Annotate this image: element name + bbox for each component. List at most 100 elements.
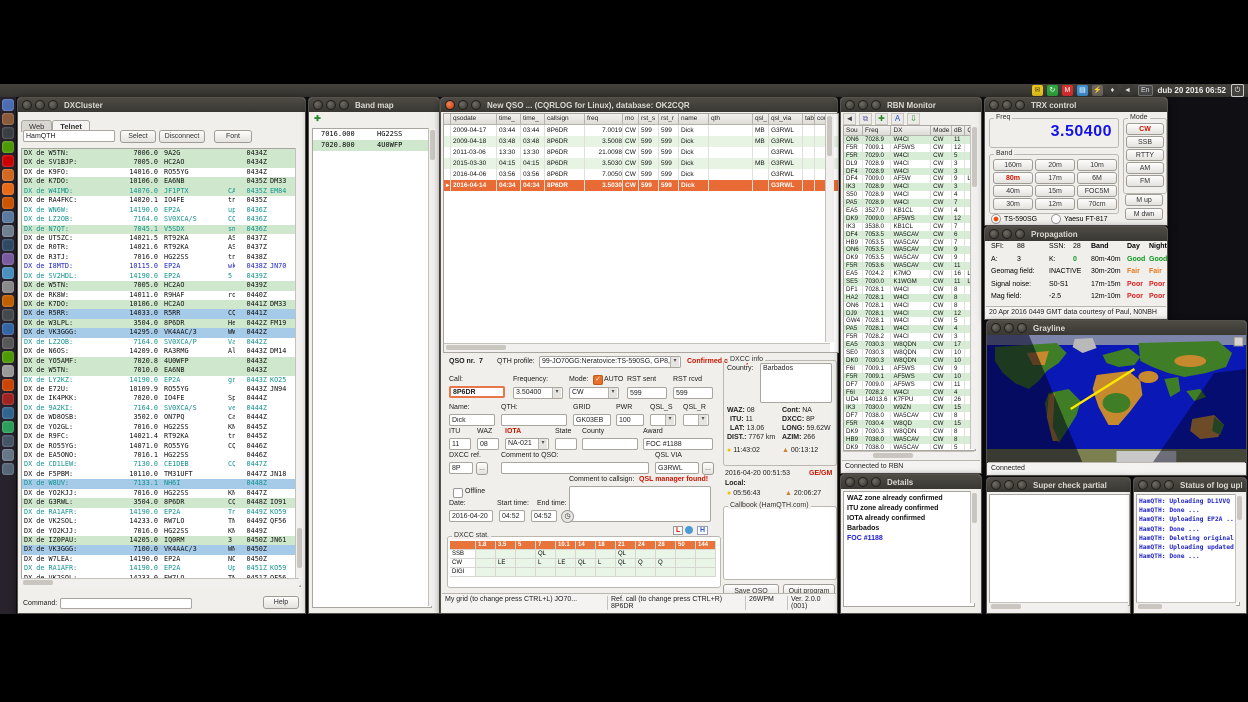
column-header[interactable]: mo [623, 114, 639, 125]
maximize-icon[interactable] [871, 477, 881, 487]
minimize-icon[interactable] [458, 100, 468, 110]
band-button-17m[interactable]: 17m [1035, 172, 1075, 184]
column-header[interactable]: Mode [931, 126, 952, 136]
rbn-row[interactable]: DF17028.1W4CICW8 [844, 286, 975, 294]
qsl-s-select[interactable] [650, 414, 676, 426]
call-input[interactable] [449, 386, 505, 398]
supercheck-titlebar[interactable]: Super check partial [987, 478, 1130, 492]
launcher-icon[interactable] [2, 449, 14, 461]
dx-spot-row[interactable]: DX de VK2SOL:14233.0RW7LOTNX VLAD QSO UT… [22, 517, 300, 526]
column-header[interactable]: rst_s [639, 114, 659, 125]
dx-list-vscrollbar[interactable] [295, 148, 304, 585]
launcher-icon[interactable] [2, 169, 14, 181]
dx-spot-row[interactable]: DX de RO55YG:14071.0RO55YGCQ GAGARIN 550… [22, 442, 300, 451]
maximize-icon[interactable] [339, 100, 349, 110]
uploadlog-titlebar[interactable]: Status of log upload [1134, 478, 1246, 492]
close-icon[interactable] [991, 480, 1001, 490]
column-header[interactable]: name [679, 114, 709, 125]
close-icon[interactable] [1138, 480, 1148, 490]
mode-button-am[interactable]: AM [1126, 162, 1164, 174]
dx-spot-row[interactable]: DX de K9FO:14016.0RO55YG0434Z [22, 168, 300, 177]
dx-spot-row[interactable]: DX de K7DO:10106.0EA6NB0435ZDM33 [22, 177, 300, 186]
rbn-row[interactable]: S507028.9W4CICW4 [844, 191, 975, 199]
rst-rcvd-input[interactable] [673, 387, 713, 399]
minimize-icon[interactable] [326, 100, 336, 110]
eqsl-icon[interactable] [685, 526, 693, 534]
dx-spot-row[interactable]: DX de R0TR:14021.6RT92KAAS-092 UP TNX!04… [22, 243, 300, 252]
rbn-row[interactable]: F6I7009.1AF5WSCW9 [844, 365, 975, 373]
dx-spot-row[interactable]: DX de R9FC:14021.4RT92KAtnx QSO 1up0445Z [22, 432, 300, 441]
mode-button-ssb[interactable]: SSB [1126, 136, 1164, 148]
dx-spot-row[interactable]: DX de IK4PKK:7020.0IO4FESpecial Event ww… [22, 394, 300, 403]
dx-spot-row[interactable]: DX de W8UV:7133.1NH6I0448Z [22, 479, 300, 488]
rbn-row[interactable]: PA57028.1W4CICW4 [844, 325, 975, 333]
column-header[interactable]: qsl_via [769, 114, 803, 125]
qso-history-table[interactable]: qsodatetime_time_callsignfreqmorst_srst_… [443, 113, 839, 353]
dx-spot-row[interactable]: DX de VK3GGG:14295.0VK4AAC/3WWFF VKFF-09… [22, 328, 300, 337]
launcher-icon[interactable] [2, 393, 14, 405]
bandmap-list[interactable]: 7016.000HG22SS7020.8004U0WFP [312, 128, 432, 608]
rbn-vscrollbar[interactable] [970, 125, 979, 449]
bell-icon[interactable]: ♦ [1107, 85, 1118, 96]
rbn-row[interactable]: IK37028.9W4CICW3 [844, 183, 975, 191]
minimize-icon[interactable] [1002, 100, 1012, 110]
dx-spot-row[interactable]: DX de CD1LEW:7130.0CE1DEBCQ CQ0447Z [22, 460, 300, 469]
column-header[interactable]: time_ [497, 114, 521, 125]
maximize-icon[interactable] [1017, 323, 1027, 333]
radio-yaesu ft-817[interactable]: Yaesu FT-817 [1051, 214, 1107, 224]
launcher-icon[interactable] [2, 295, 14, 307]
launcher-icon[interactable] [2, 337, 14, 349]
rbn-row[interactable]: F5R7053.6WA5CAVCW11 [844, 262, 975, 270]
band-button-10m[interactable]: 10m [1077, 159, 1117, 171]
launcher-icon[interactable] [2, 351, 14, 363]
rbn-row[interactable]: F5R7009.1AF5WSCW10 [844, 373, 975, 381]
launcher-icon[interactable] [2, 463, 14, 475]
dx-spot-list[interactable]: DX de W5TN:7006.09A2G0434ZDX de SV1BJP:7… [21, 148, 301, 587]
band-button-foc5m[interactable]: FOC5M [1077, 185, 1117, 197]
command-input[interactable] [60, 598, 192, 609]
rbn-table[interactable]: SouFreqDXModedBQ ON67028.9W4CICW11F5R700… [843, 125, 976, 451]
qsl-via-input[interactable] [655, 462, 699, 474]
rbn-row[interactable]: DL97028.9W4CICW3 [844, 160, 975, 168]
trx-titlebar[interactable]: TRX control [985, 98, 1167, 112]
dx-spot-row[interactable]: DX de SV2HDL:14190.0EP2A5 up easy0439Z [22, 272, 300, 281]
qso-table-hscrollbar[interactable] [444, 343, 830, 352]
rbn-row[interactable]: ON67053.5WA5CAVCW9 [844, 246, 975, 254]
disconnect-button[interactable]: Disconnect [159, 130, 205, 143]
column-header[interactable]: dB [952, 126, 965, 136]
dx-spot-row[interactable]: DX de W7LEA:14190.0EP2ANO PROPOGATION TH… [22, 555, 300, 564]
rbn-hscrollbar[interactable] [843, 451, 974, 460]
refresh-time-icon[interactable]: ◷ [561, 510, 574, 523]
rbn-row[interactable]: DK97030.3W8QDNCW8 [844, 428, 975, 436]
column-header[interactable]: freq [585, 114, 623, 125]
add-icon[interactable]: ✚ [875, 113, 888, 125]
dx-spot-row[interactable]: DX de YO2GL:7016.0HG22SSKN05PS<> TU QSO0… [22, 423, 300, 432]
rbn-row[interactable]: DF47009.0AF5WCW9LE [844, 175, 975, 183]
select-button[interactable]: Select [120, 130, 156, 143]
rbn-row[interactable]: F5R7028.2W4CICW3 [844, 333, 975, 341]
radio-ts-590sg[interactable]: TS-590SG [991, 214, 1037, 224]
launcher-icon[interactable] [2, 253, 14, 265]
launcher-icon[interactable] [2, 365, 14, 377]
launcher-icon[interactable] [2, 421, 14, 433]
close-icon[interactable] [989, 229, 999, 239]
grayline-titlebar[interactable]: Grayline [987, 321, 1246, 335]
grid-input[interactable] [573, 414, 611, 426]
minimize-icon[interactable] [1004, 480, 1014, 490]
column-header[interactable]: Freq [863, 126, 891, 136]
launcher-icon[interactable] [2, 155, 14, 167]
launcher-icon[interactable] [2, 127, 14, 139]
rbn-row[interactable]: EA53527.0KB1CLCW4 [844, 207, 975, 215]
mute-icon[interactable]: ◄ [843, 113, 856, 125]
dx-spot-row[interactable]: DX de IZ0PAU:14205.0IQ0RM3 points jubile… [22, 536, 300, 545]
dx-spot-row[interactable]: DX de N7QT:7045.1V5SDXsmplx weak into WW… [22, 225, 300, 234]
rbn-row[interactable]: ON67028.1W4CICW8 [844, 302, 975, 310]
rbn-row[interactable]: SE57030.0K1WGMCW11L [844, 278, 975, 286]
rbn-row[interactable]: HB97038.0WA5CAVCW8 [844, 436, 975, 444]
qso-history-row[interactable]: ▸2016-04-1404:3404:348P6DR3.5030CW599599… [444, 180, 838, 191]
dxcc-ref-input[interactable] [449, 462, 473, 474]
dx-spot-row[interactable]: DX de RK8W:14011.0R9HAFrda:TO.030440Z [22, 291, 300, 300]
dx-spot-row[interactable]: DX de W5TN:7005.0HC2AO0439Z [22, 281, 300, 290]
launcher-icon[interactable] [2, 323, 14, 335]
mode-select[interactable]: CW [569, 387, 619, 399]
